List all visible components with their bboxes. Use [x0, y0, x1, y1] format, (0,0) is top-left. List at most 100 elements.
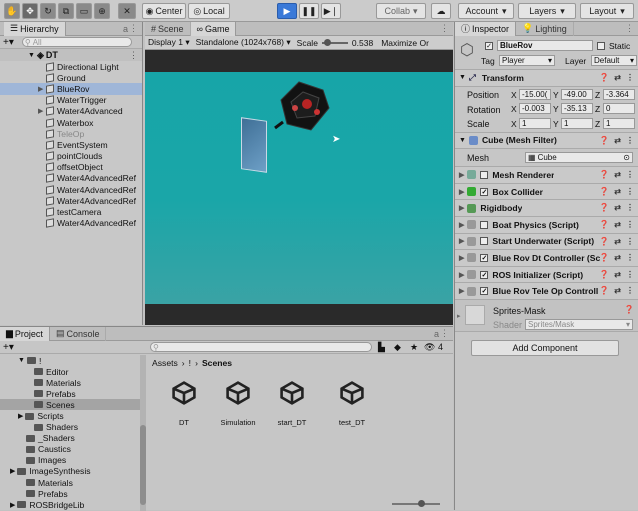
breadcrumb-item[interactable]: Assets [152, 358, 178, 368]
scale-slider[interactable] [321, 38, 348, 46]
component-enabled-checkbox[interactable]: ✓ [480, 253, 489, 262]
component-header[interactable]: ▶ Start Underwater (Script) ❓ ⇄ ⋮ [455, 233, 638, 251]
expand-caret-icon[interactable]: ▶ [10, 467, 15, 475]
tab-scene[interactable]: # Scene [145, 21, 191, 36]
icon-size-slider-handle[interactable] [418, 500, 425, 507]
transform-tool-icon[interactable]: ⊕ [94, 3, 110, 19]
step-button[interactable]: ▶❘ [321, 3, 341, 19]
menu-icon[interactable]: ⋮ [625, 23, 634, 34]
add-component-button[interactable]: Add Component [471, 339, 619, 356]
rotation-z-field[interactable]: 0 [603, 103, 635, 115]
cloud-button[interactable]: ☁ [431, 3, 451, 19]
settings-icon[interactable]: ⇄ [614, 237, 621, 246]
component-header[interactable]: ▶ ✓ ROS Initializer (Script) ❓ ⇄ ⋮ [455, 266, 638, 284]
scene-asset[interactable]: DT [160, 380, 208, 427]
lock-icon[interactable]: a [123, 24, 128, 34]
settings-icon[interactable]: ⇄ [614, 286, 621, 295]
settings-icon[interactable]: ⇄ [614, 187, 621, 196]
expand-caret-icon[interactable]: ▶ [38, 85, 46, 93]
tab-console[interactable]: ▤ Console [50, 326, 107, 341]
layers-dropdown[interactable]: Layers ▾ [518, 3, 576, 19]
hierarchy-item[interactable]: Water4AdvancedRef [0, 218, 142, 229]
settings-icon[interactable]: ⇄ [614, 253, 621, 262]
position-y-field[interactable]: -49.00 [561, 88, 593, 100]
tab-lighting[interactable]: 💡 Lighting [516, 21, 574, 36]
static-checkbox[interactable] [597, 42, 605, 50]
axis-label[interactable]: X [511, 119, 517, 129]
hierarchy-item[interactable]: Water4AdvancedRef [0, 184, 142, 195]
menu-icon[interactable]: ⋮ [626, 73, 634, 82]
menu-icon[interactable]: ⋮ [626, 136, 634, 145]
project-folder-item[interactable]: Materials [0, 477, 142, 488]
settings-icon[interactable]: ⇄ [614, 270, 621, 279]
project-folder-item[interactable]: Editor [0, 366, 142, 377]
object-picker-icon[interactable]: ⊙ [623, 153, 630, 162]
settings-icon[interactable]: ⇄ [614, 170, 621, 179]
tag-dropdown[interactable]: Player ▾ [499, 55, 555, 66]
filter-label-icon[interactable]: ◆ [394, 342, 401, 353]
scene-root-row[interactable]: ▼ ◈ DT ⋮ [0, 49, 142, 61]
rect-tool-icon[interactable]: ▭ [76, 3, 92, 19]
breadcrumb-item-current[interactable]: Scenes [202, 358, 232, 368]
filter-type-icon[interactable]: ▙ [378, 342, 385, 353]
shader-dropdown[interactable]: Sprites/Mask ▾ [525, 318, 633, 330]
expand-caret-icon[interactable]: ▶ [10, 501, 15, 509]
project-folder-item[interactable]: Shaders [0, 422, 142, 433]
project-folder-item[interactable]: ▶ ImageSynthesis [0, 466, 142, 477]
layer-dropdown[interactable]: Default ▾ [591, 55, 637, 66]
hierarchy-item[interactable]: offsetObject [0, 162, 142, 173]
help-icon[interactable]: ❓ [599, 286, 609, 295]
settings-icon[interactable]: ⇄ [614, 203, 621, 212]
scene-asset[interactable]: Simulation [214, 380, 262, 427]
maximize-on-play-button[interactable]: Maximize Or [381, 38, 429, 48]
project-folder-item[interactable]: Prefabs [0, 488, 142, 499]
hierarchy-item[interactable]: ▶ BlueRov [0, 83, 142, 95]
menu-icon[interactable]: ⋮ [440, 23, 449, 34]
help-icon[interactable]: ❓ [599, 270, 609, 279]
help-icon[interactable]: ❓ [599, 187, 609, 196]
rotate-tool-icon[interactable]: ↻ [40, 3, 56, 19]
tab-project[interactable]: ▆ Project [0, 326, 50, 341]
pivot-center-button[interactable]: ◉ Center [142, 3, 186, 19]
display-dropdown[interactable]: Display 1 ▾ [148, 37, 190, 48]
project-folder-item[interactable]: ▶ Scripts [0, 410, 142, 421]
axis-label[interactable]: Z [595, 90, 600, 100]
settings-icon[interactable]: ⇄ [614, 73, 621, 82]
icon-size-slider[interactable] [392, 500, 440, 507]
scale-slider-handle[interactable] [323, 38, 331, 46]
help-icon[interactable]: ❓ [599, 136, 609, 145]
transform-header[interactable]: ▼ ⤢ Transform ❓ ⇄ ⋮ [455, 70, 638, 87]
hierarchy-item[interactable]: Water4AdvancedRef [0, 195, 142, 206]
hand-tool-icon[interactable]: ✋ [4, 3, 20, 19]
tab-hierarchy[interactable]: ☰ Hierarchy [4, 21, 66, 36]
component-header[interactable]: ▶ Rigidbody ❓ ⇄ ⋮ [455, 200, 638, 217]
hierarchy-item[interactable]: Waterbox [0, 117, 142, 128]
hidden-packages-icon[interactable]: 👁 [424, 342, 435, 353]
axis-label[interactable]: Z [595, 104, 600, 114]
help-icon[interactable]: ❓ [599, 203, 609, 212]
scale-x-field[interactable]: 1 [519, 117, 551, 129]
menu-icon[interactable]: ⋮ [626, 237, 634, 246]
component-header[interactable]: ▶ ✓ Blue Rov Tele Op Controll ❓ ⇄ ⋮ [455, 283, 638, 300]
tree-scrollbar-thumb[interactable] [140, 425, 146, 505]
menu-icon[interactable]: ⋮ [626, 270, 634, 279]
hierarchy-item[interactable]: Water4AdvancedRef [0, 173, 142, 184]
expand-caret-icon[interactable]: ▶ [38, 107, 46, 115]
component-header[interactable]: ▶ ✓ Box Collider ❓ ⇄ ⋮ [455, 183, 638, 201]
hierarchy-item[interactable]: ▶ Water4Advanced [0, 106, 142, 117]
position-x-field[interactable]: -15.00( [519, 88, 551, 100]
scale-y-field[interactable]: 1 [561, 117, 593, 129]
project-folder-item[interactable]: _Shaders [0, 433, 142, 444]
tab-inspector[interactable]: ⓘ Inspector [455, 21, 517, 36]
project-folder-item[interactable]: ▶ ROSBridgeLib [0, 499, 142, 510]
axis-label[interactable]: Y [553, 104, 559, 114]
axis-label[interactable]: Z [595, 119, 600, 129]
project-folder-item[interactable]: Scenes [0, 399, 142, 411]
menu-icon[interactable]: ⋮ [626, 253, 634, 262]
favorite-star-icon[interactable]: ★ [410, 342, 418, 353]
scene-asset[interactable]: start_DT [268, 380, 316, 427]
component-header[interactable]: ▶ Boat Physics (Script) ❓ ⇄ ⋮ [455, 216, 638, 234]
menu-icon[interactable]: ⋮ [129, 23, 138, 34]
component-header[interactable]: ▶ ✓ Blue Rov Dt Controller (Sc ❓ ⇄ ⋮ [455, 250, 638, 267]
component-header[interactable]: ▶ Mesh Renderer ❓ ⇄ ⋮ [455, 167, 638, 184]
